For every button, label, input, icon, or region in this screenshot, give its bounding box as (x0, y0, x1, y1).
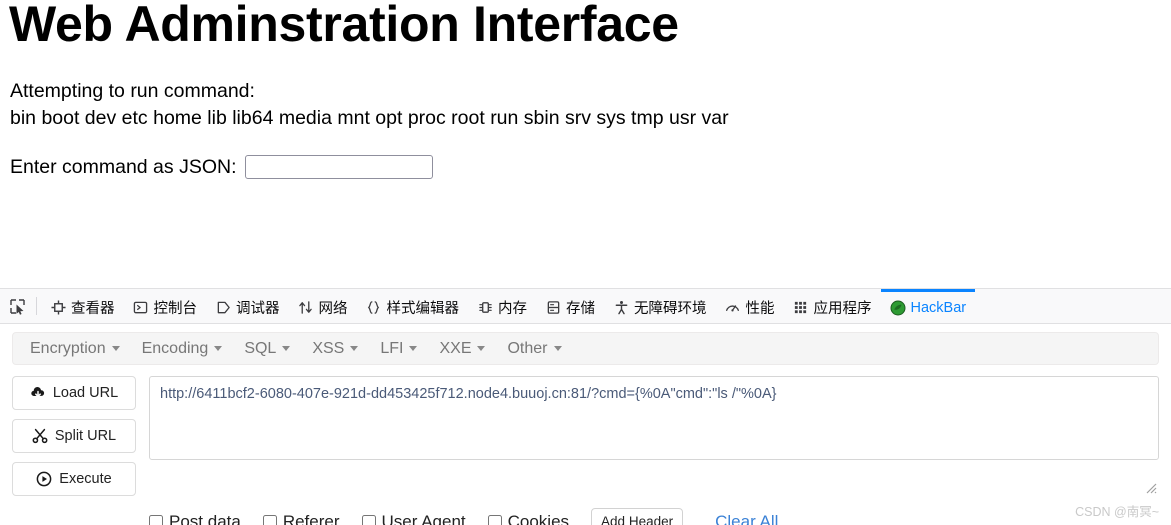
tab-console-label: 控制台 (153, 301, 198, 317)
json-command-input[interactable] (244, 155, 433, 179)
chevron-down-icon (214, 346, 223, 351)
menu-sql[interactable]: SQL (233, 336, 301, 362)
tab-accessibility-label: 无障碍环境 (634, 301, 707, 317)
tab-storage-label: 存储 (566, 301, 595, 317)
screenshot-root: Web Adminstration Interface Attempting t… (0, 0, 1171, 525)
hackbar-panel: Encryption Encoding SQL XSS LFI XXE Othe… (0, 332, 1171, 525)
menu-lfi-label: LFI (380, 339, 404, 357)
clear-all-link[interactable]: Clear All (715, 512, 778, 525)
hackbar-options-row: Post data Referer User Agent Cookies Add… (149, 508, 1159, 525)
inspector-icon (50, 300, 66, 316)
chevron-down-icon (477, 346, 486, 351)
page-title: Web Adminstration Interface (9, 0, 679, 52)
hackbar-body: Load URL Split URL Execute http://6411bc… (12, 376, 1159, 496)
menu-encryption[interactable]: Encryption (19, 336, 131, 362)
tab-hackbar[interactable]: HackBar (880, 289, 976, 323)
hackbar-icon (890, 300, 906, 316)
web-page-content: Web Adminstration Interface Attempting t… (0, 0, 1171, 288)
memory-icon (477, 300, 493, 316)
menu-sql-label: SQL (244, 339, 277, 357)
cloud-download-icon (30, 385, 46, 401)
post-data-checkbox[interactable] (149, 514, 163, 525)
tab-accessibility[interactable]: 无障碍环境 (604, 289, 716, 323)
play-icon (36, 471, 52, 487)
menu-encoding[interactable]: Encoding (131, 336, 234, 362)
style-editor-icon (366, 300, 382, 316)
tab-memory[interactable]: 内存 (468, 289, 536, 323)
cookies-label: Cookies (507, 511, 570, 525)
option-post-data[interactable]: Post data (149, 512, 241, 525)
command-input-label: Enter command as JSON: (10, 155, 237, 178)
menu-lfi[interactable]: LFI (369, 336, 428, 362)
tab-debugger-label: 调试器 (236, 301, 280, 317)
menu-xss[interactable]: XSS (301, 336, 369, 362)
tab-storage[interactable]: 存储 (536, 289, 604, 323)
tab-network-label: 网络 (318, 301, 348, 317)
url-field-wrapper: http://6411bcf2-6080-407e-921d-dd453425f… (149, 376, 1159, 496)
menu-encoding-label: Encoding (141, 339, 209, 357)
tab-hackbar-label: HackBar (910, 299, 967, 316)
storage-icon (545, 300, 561, 316)
menu-xxe[interactable]: XXE (428, 336, 496, 362)
tab-inspector[interactable]: 查看器 (41, 289, 124, 323)
user-agent-label: User Agent (381, 511, 466, 525)
user-agent-checkbox[interactable] (361, 514, 376, 525)
execute-button[interactable]: Execute (12, 462, 136, 496)
load-url-button[interactable]: Load URL (12, 376, 136, 410)
tab-style-editor-label: 样式编辑器 (386, 301, 460, 317)
toolbar-separator (36, 297, 37, 315)
tab-inspector-label: 查看器 (71, 301, 115, 317)
chevron-down-icon (282, 346, 291, 351)
post-data-label: Post data (169, 511, 241, 525)
execute-label: Execute (59, 471, 112, 487)
tab-application[interactable]: 应用程序 (784, 289, 881, 323)
csdn-watermark: CSDN @南冥~ (1075, 505, 1159, 519)
tab-performance-label: 性能 (745, 301, 775, 317)
chevron-down-icon (409, 346, 418, 351)
tab-memory-label: 内存 (498, 301, 527, 317)
debugger-icon (215, 300, 231, 316)
performance-icon (725, 300, 741, 316)
option-cookies[interactable]: Cookies (487, 511, 570, 525)
tab-application-label: 应用程序 (813, 301, 872, 317)
console-icon (133, 300, 149, 316)
tab-console[interactable]: 控制台 (124, 289, 207, 323)
scissors-icon (32, 428, 48, 444)
tab-style-editor[interactable]: 样式编辑器 (357, 289, 469, 323)
add-header-button[interactable]: Add Header (591, 508, 684, 525)
status-line: Attempting to run command: (10, 80, 255, 102)
application-icon (793, 300, 809, 316)
devtools-panel: 查看器 控制台 调试器 网络 样式编辑器 内存 存储 无障碍环境 性能 应用程序… (0, 288, 1171, 525)
split-url-label: Split URL (54, 428, 117, 444)
menu-xss-label: XSS (312, 339, 345, 357)
command-form: Enter command as JSON: (10, 155, 433, 179)
hackbar-action-buttons: Load URL Split URL Execute (12, 376, 136, 496)
tab-performance[interactable]: 性能 (716, 289, 784, 323)
menu-other-label: Other (507, 339, 548, 357)
menu-xxe-label: XXE (439, 339, 472, 357)
referer-label: Referer (282, 511, 340, 525)
chevron-down-icon (553, 346, 562, 351)
chevron-down-icon (111, 346, 120, 351)
split-url-button[interactable]: Split URL (12, 419, 136, 453)
tab-network[interactable]: 网络 (289, 289, 357, 323)
tab-debugger[interactable]: 调试器 (206, 289, 289, 323)
element-picker-icon[interactable] (2, 291, 32, 321)
menu-other[interactable]: Other (496, 336, 572, 362)
textarea-resize-handle[interactable] (1143, 480, 1157, 494)
accessibility-icon (613, 300, 629, 316)
devtools-toolbar: 查看器 控制台 调试器 网络 样式编辑器 内存 存储 无障碍环境 性能 应用程序… (0, 289, 1171, 324)
hackbar-menubar: Encryption Encoding SQL XSS LFI XXE Othe… (12, 332, 1159, 365)
chevron-down-icon (350, 346, 359, 351)
menu-encryption-label: Encryption (30, 339, 106, 357)
option-user-agent[interactable]: User Agent (361, 511, 466, 525)
url-input[interactable]: http://6411bcf2-6080-407e-921d-dd453425f… (149, 376, 1159, 460)
referer-checkbox[interactable] (262, 514, 277, 525)
command-output-block: Attempting to run command: bin boot dev … (10, 78, 729, 132)
load-url-label: Load URL (52, 385, 119, 401)
command-output: bin boot dev etc home lib lib64 media mn… (10, 107, 729, 129)
network-icon (298, 300, 314, 316)
cookies-checkbox[interactable] (487, 514, 502, 525)
option-referer[interactable]: Referer (262, 511, 340, 525)
